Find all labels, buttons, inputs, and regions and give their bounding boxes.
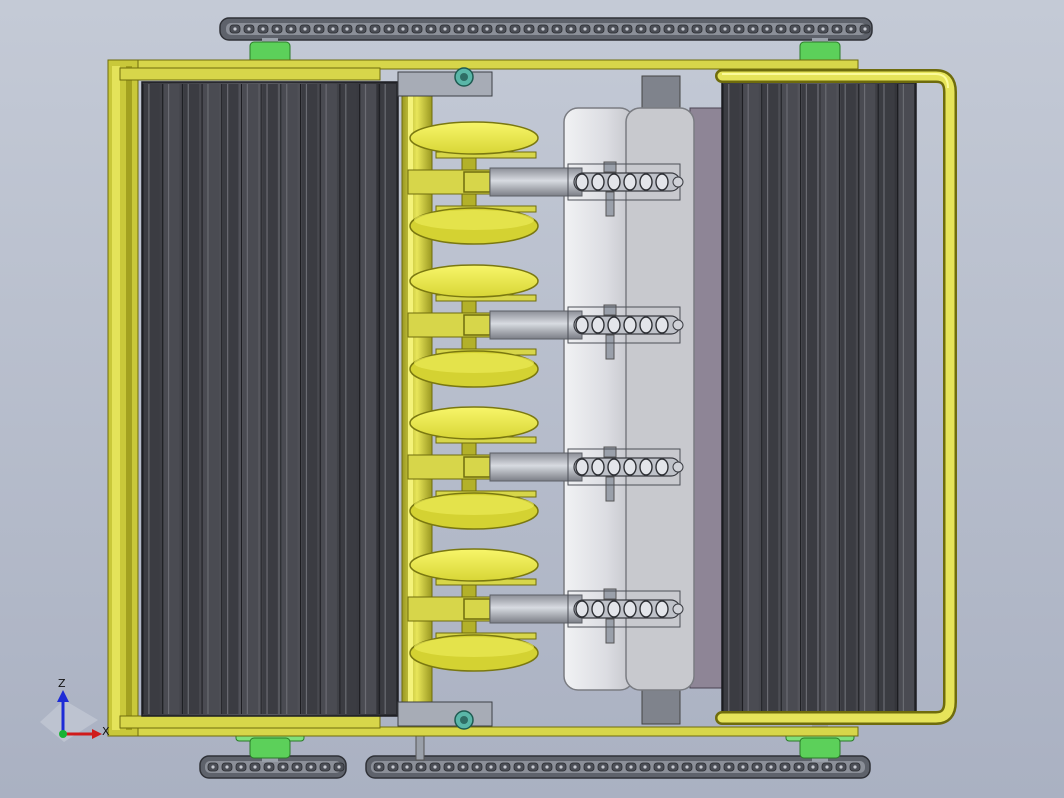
roller-rib — [801, 84, 817, 714]
roller-rib — [301, 84, 318, 714]
roller-rib — [183, 84, 200, 714]
roller-rib — [321, 84, 337, 714]
roller-rib — [360, 84, 377, 714]
roller-rib — [163, 84, 180, 714]
roller-rib — [144, 84, 160, 714]
triad-z-label: Z — [58, 677, 66, 690]
right-roller — [721, 81, 917, 717]
bracket-arm — [407, 596, 493, 622]
upper-disc — [409, 121, 539, 155]
left-roller — [141, 81, 399, 717]
roller-rib — [380, 84, 396, 714]
bracket-arm — [407, 454, 493, 480]
roller-rib — [743, 84, 759, 714]
triad-x-label: X — [102, 725, 110, 738]
roller-rib — [222, 84, 239, 714]
roller-rib — [879, 84, 895, 714]
roller-rib — [262, 84, 278, 714]
upper-disc — [409, 548, 539, 582]
roller-rib — [782, 84, 798, 714]
upper-disc — [409, 264, 539, 298]
roller-rib — [762, 84, 779, 714]
upper-disc — [409, 406, 539, 440]
roller-rib — [203, 84, 219, 714]
assembly-drawing[interactable] — [0, 0, 1064, 798]
bracket-arm — [407, 312, 493, 338]
roller-rib — [859, 84, 876, 714]
center-bearing-bottom — [397, 701, 493, 730]
coordinate-triad-icon — [40, 690, 102, 742]
roller-rib — [821, 84, 837, 714]
cad-viewport[interactable]: Z X — [0, 0, 1064, 798]
bracket-arm — [407, 169, 493, 195]
roller-rib — [898, 84, 914, 714]
roller-rib — [242, 84, 259, 714]
center-bearing-top — [397, 67, 493, 97]
roller-rib — [724, 84, 740, 714]
roller-rib — [281, 84, 298, 714]
roller-rib — [840, 84, 856, 714]
top-drive-chain — [219, 17, 873, 41]
roller-rib — [340, 84, 357, 714]
support-post — [415, 733, 425, 761]
bottom-right-chain — [365, 755, 871, 779]
